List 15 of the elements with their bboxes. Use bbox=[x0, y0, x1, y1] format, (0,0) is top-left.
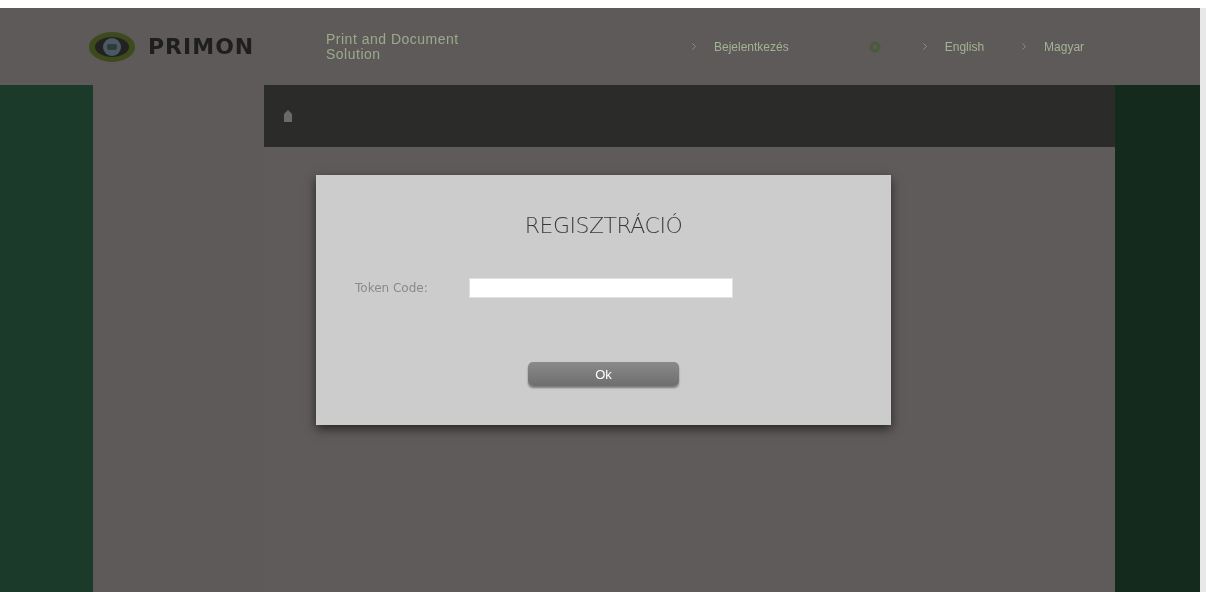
nav-link[interactable]: Bejelentkezés bbox=[714, 39, 789, 54]
gear-icon[interactable] bbox=[868, 40, 881, 53]
chevron-icon bbox=[1022, 43, 1027, 50]
eye-logo-icon bbox=[88, 30, 136, 63]
logo-text: PRIMON bbox=[148, 34, 255, 59]
home-icon[interactable] bbox=[284, 110, 292, 122]
nav-link[interactable]: English bbox=[944, 39, 985, 54]
chevron-icon bbox=[922, 43, 927, 50]
token-code-field[interactable] bbox=[469, 278, 733, 298]
chevron-icon bbox=[692, 43, 696, 50]
nav-link[interactable]: Magyar bbox=[1044, 39, 1085, 54]
ok-button[interactable]: Ok bbox=[528, 362, 679, 386]
tagline: Print and Document Solution bbox=[326, 31, 460, 62]
field-label: Token Code: bbox=[355, 281, 429, 295]
dialog-title: REGISZTRÁCIÓ bbox=[524, 213, 683, 238]
